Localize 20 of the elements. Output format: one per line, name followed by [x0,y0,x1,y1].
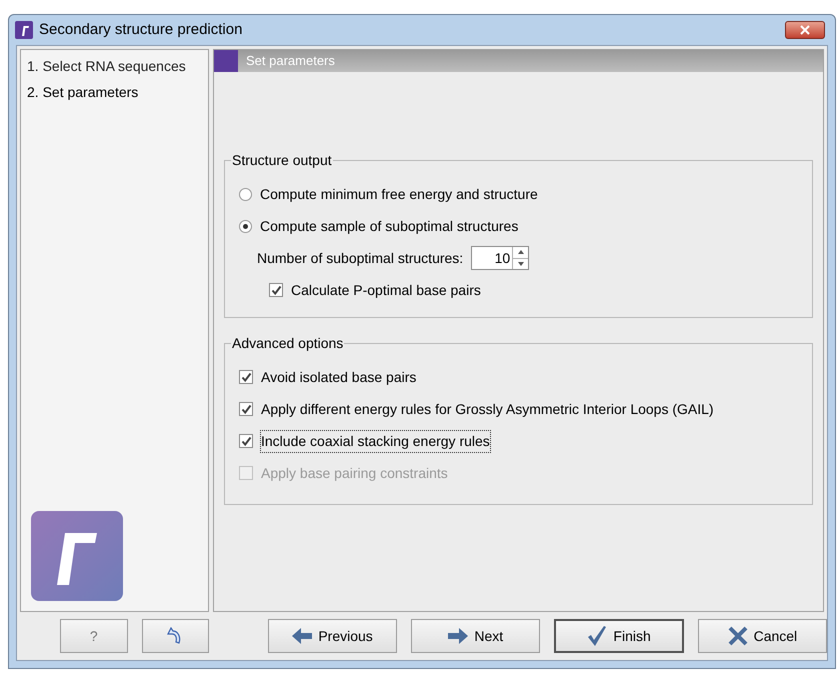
checkbox-label: Avoid isolated base pairs [261,368,416,387]
panel-header: Set parameters [214,50,823,72]
checkbox-label: Apply different energy rules for Grossly Asymmetric Interior Loops (GAIL) [261,400,714,419]
step-item[interactable]: 1. Select RNA sequences [26,56,208,77]
window-title: Secondary structure prediction [39,20,242,40]
cancel-button[interactable]: Cancel [698,619,827,653]
step-item[interactable]: 2. Set parameters [26,82,208,103]
field-label: Number of suboptimal structures: [257,248,464,268]
previous-button[interactable]: Previous [268,619,398,653]
radio-label: Compute minimum free energy and structure [260,184,538,204]
checkbox-label: Include coaxial stacking energy rules [261,430,490,452]
number-spinner[interactable]: 10 [471,246,530,270]
group-title: Advanced options [231,334,344,353]
finish-button[interactable]: Finish [554,619,684,653]
checkbox-label: Apply base pairing constraints [261,464,448,483]
next-button[interactable]: Next [411,619,540,653]
help-button[interactable]: ? [60,619,128,653]
radio-label: Compute sample of suboptimal structures [260,216,518,236]
checkbox-label: Calculate P-optimal base pairs [291,280,481,300]
group-title: Structure output [231,151,333,170]
